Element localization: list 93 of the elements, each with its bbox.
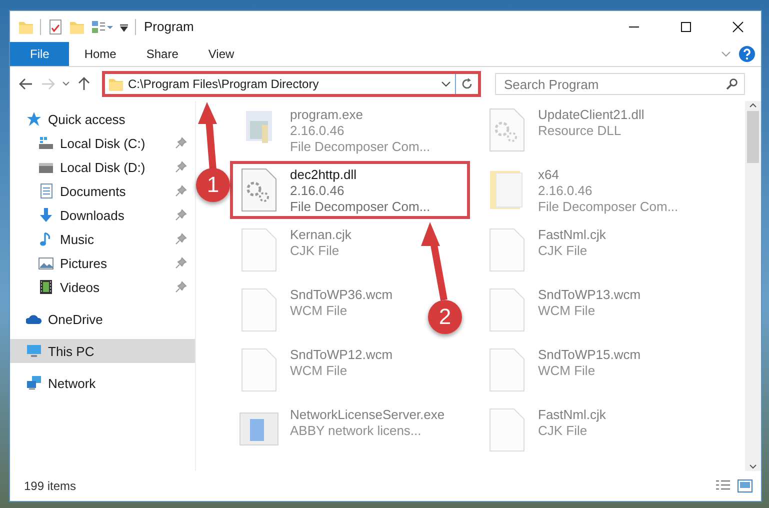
file-tile[interactable]: UpdateClient21.dll Resource DLL [480,103,650,157]
pin-icon[interactable] [175,137,187,149]
large-icons-view-icon[interactable] [737,479,753,493]
nav-item[interactable]: Videos [10,275,195,299]
file-name: program.exe [290,107,364,123]
scrollbar[interactable] [745,101,761,471]
file-tile[interactable]: FastNml.cjk CJK File [480,403,612,457]
refresh-icon[interactable] [461,78,473,90]
star-icon [26,111,42,127]
file-tile[interactable]: SndToWP13.wcm WCM File [480,283,647,337]
file-name: NetworkLicenseServer.exe [290,407,445,423]
address-path: C:\Program Files\Program Directory [128,77,320,91]
callout-arrow [198,102,217,170]
file-detail: File Decomposer Com... [290,199,430,215]
file-tile[interactable]: x64 2.16.0.46 File Decomposer Com... [480,163,684,217]
file-detail: File Decomposer Com... [290,139,430,155]
file-name: SndToWP12.wcm [290,347,393,363]
file-detail: WCM File [538,303,596,319]
file-detail: WCM File [290,363,348,379]
scroll-down-icon[interactable] [749,463,757,471]
file-detail: File Decomposer Com... [538,199,678,215]
downloads-icon [38,207,54,223]
nav-item[interactable]: Downloads [10,203,195,227]
file-tile[interactable]: NetworkLicenseServer.exe ABBY network licens... [232,403,451,457]
nav-item[interactable]: Documents [10,179,195,203]
file-detail: 2.16.0.46 [290,183,346,199]
nav-item[interactable]: Quick access [10,107,195,131]
help-icon[interactable] [739,46,755,62]
file-name: FastNml.cjk [538,227,606,243]
nav-item[interactable]: Local Disk (D:) [10,155,195,179]
file-name: SndToWP13.wcm [538,287,641,303]
nav-item[interactable]: Local Disk (C:) [10,131,195,155]
file-tile[interactable]: program.exe 2.16.0.46 File Decomposer Com... [232,103,436,157]
dropdown-icon[interactable] [441,80,451,88]
file-tile[interactable]: SndToWP36.wcm WCM File [232,283,399,337]
maximize-icon [680,20,692,32]
pin-icon[interactable] [175,257,187,269]
window-title: Program [144,19,194,34]
file-tile[interactable]: dec2http.dll 2.16.0.46 File Decomposer Com... [232,163,468,217]
nav-item[interactable]: Pictures [10,251,195,275]
caret-icon[interactable] [119,22,129,32]
ribbon-tab[interactable]: Share [131,42,194,66]
file-tile[interactable]: Kernan.cjk CJK File [232,223,358,277]
file-detail: ABBY network licens... [290,423,422,439]
ribbon-tab[interactable]: File [10,42,70,66]
file-detail: WCM File [290,303,348,319]
pin-icon[interactable] [175,233,187,245]
search-field[interactable]: Search Program [495,73,745,95]
file-detail: WCM File [538,363,596,379]
back-icon[interactable] [18,76,34,92]
search-icon[interactable] [726,78,738,90]
file-tile[interactable]: FastNml.cjk CJK File [480,223,612,277]
pin-icon[interactable] [175,209,187,221]
file-name: UpdateClient21.dll [538,107,644,123]
scroll-thumb[interactable] [747,111,759,163]
file-detail: 2.16.0.46 [538,183,594,199]
documents-icon [38,183,54,199]
pc-icon [26,343,42,359]
videos-icon [38,279,54,295]
pictures-icon [38,255,54,271]
scroll-up-icon[interactable] [749,101,757,109]
network-icon [26,375,42,391]
nav-item[interactable]: This PC [10,339,195,363]
nav-item[interactable]: Network [10,371,195,395]
file-name: SndToWP15.wcm [538,347,641,363]
pin-icon[interactable] [175,281,187,293]
item-count: 199 items [24,479,76,493]
file-tile[interactable]: SndToWP12.wcm WCM File [232,343,399,397]
up-arrow-icon[interactable] [76,76,92,92]
file-name: dec2http.dll [290,167,358,183]
chevron-icon[interactable] [721,50,731,58]
file-detail: CJK File [538,243,588,259]
file-detail: CJK File [538,423,588,439]
file-name: x64 [538,167,560,183]
ribbon-tab[interactable]: Home [69,42,132,66]
system-drive-icon [38,135,54,151]
nav-item[interactable]: OneDrive [10,307,195,331]
pin-icon[interactable] [175,161,187,173]
file-name: FastNml.cjk [538,407,606,423]
view-icon[interactable] [91,18,113,34]
close-icon [732,20,744,32]
file-name: SndToWP36.wcm [290,287,393,303]
file-name: Kernan.cjk [290,227,352,243]
nav-item[interactable]: Music [10,227,195,251]
file-detail: CJK File [290,243,340,259]
properties-icon[interactable] [47,18,63,34]
file-tile[interactable]: SndToWP15.wcm WCM File [480,343,647,397]
folder-icon [108,76,124,92]
ribbon-tab[interactable]: View [193,42,250,66]
address-bar[interactable]: C:\Program Files\Program Directory [102,71,481,97]
file-detail: Resource DLL [538,123,622,139]
file-detail: 2.16.0.46 [290,123,346,139]
pin-icon[interactable] [175,185,187,197]
